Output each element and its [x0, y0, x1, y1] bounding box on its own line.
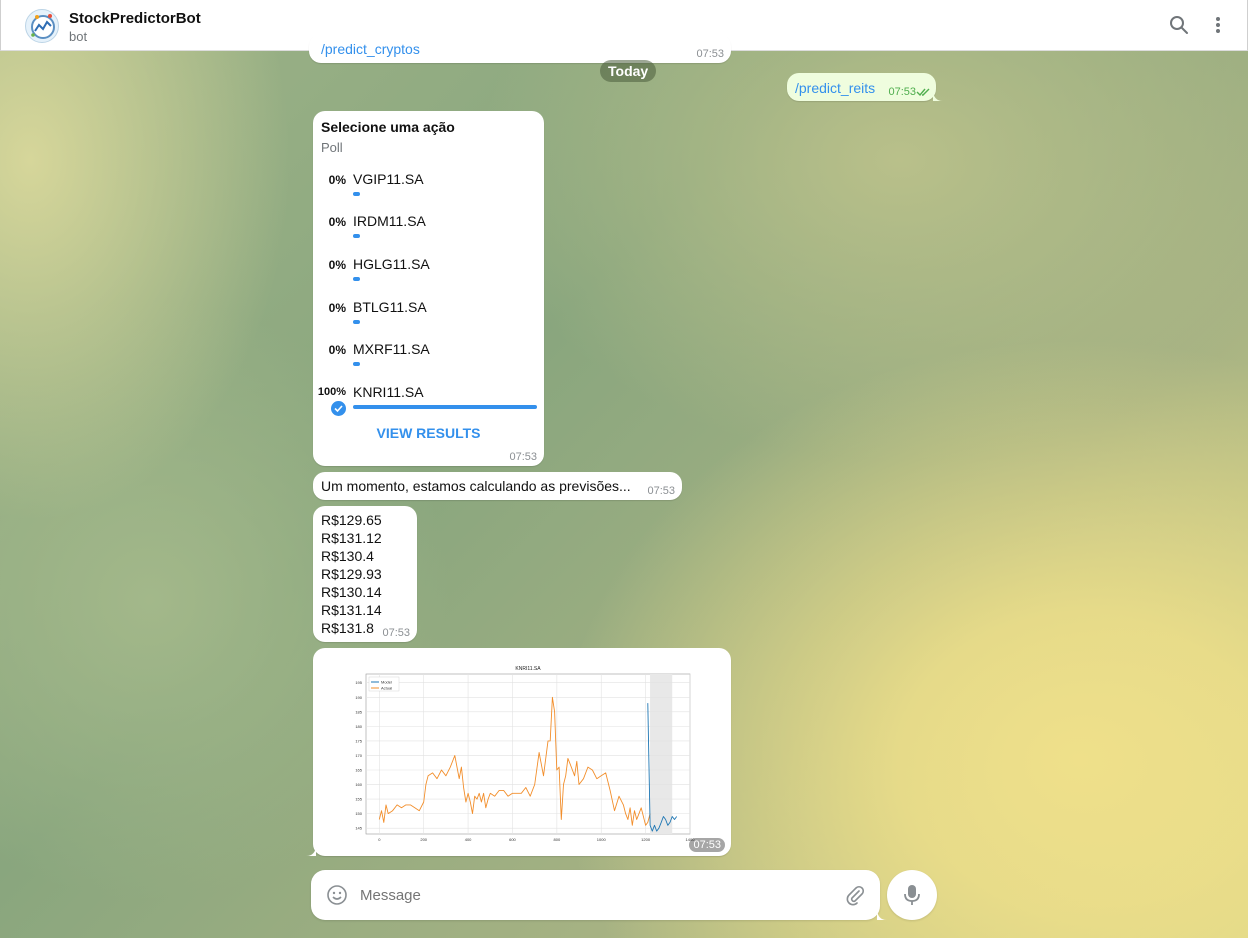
poll-option-label: MXRF11.SA [353, 341, 430, 357]
y-tick-label: 195 [355, 680, 362, 685]
command-link[interactable]: /predict_cryptos [321, 41, 420, 57]
poll-option-label: BTLG11.SA [353, 299, 427, 315]
message-input[interactable] [360, 884, 830, 906]
view-results-button[interactable]: VIEW RESULTS [313, 425, 544, 441]
poll-option-percent: 0% [328, 343, 346, 357]
y-tick-label: 170 [355, 753, 362, 758]
chart-title: KNRI11.SA [515, 666, 541, 672]
poll-option-percent: 0% [328, 258, 346, 272]
poll-option[interactable]: 0% MXRF11.SA [313, 341, 544, 383]
poll-message: Selecione uma ação Poll 0% VGIP11.SA 0% … [313, 111, 544, 466]
y-tick-label: 185 [355, 709, 362, 714]
poll-option-label: HGLG11.SA [353, 256, 430, 272]
incoming-message: Um momento, estamos calculando as previs… [313, 472, 682, 500]
poll-option-selected[interactable]: 100% KNRI11.SA [313, 384, 544, 426]
chat-status: bot [69, 29, 88, 44]
poll-option-label: IRDM11.SA [353, 213, 426, 229]
poll-option-bar [353, 362, 360, 366]
x-tick-label: 600 [509, 837, 516, 842]
message-time: 07:53 [696, 48, 724, 60]
search-icon[interactable] [1168, 14, 1190, 36]
bubble-tail [933, 89, 943, 101]
poll-option-percent: 0% [328, 301, 346, 315]
bot-avatar[interactable] [25, 9, 59, 43]
message-bubble-prev: /predict_cryptos 07:53 [309, 34, 731, 63]
poll-option-percent: 100% [317, 386, 346, 398]
emoji-icon[interactable] [326, 884, 348, 906]
poll-option-bar [353, 405, 537, 409]
message-text: Um momento, estamos calculando as previs… [321, 478, 631, 494]
forecast-region [650, 674, 673, 834]
poll-option[interactable]: 0% HGLG11.SA [313, 256, 544, 298]
x-tick-label: 200 [420, 837, 427, 842]
bubble-tail [306, 844, 316, 856]
message-time: 07:53 [689, 838, 725, 852]
poll-option-label: KNRI11.SA [353, 384, 424, 400]
poll-option-bar [353, 320, 360, 324]
date-divider: Today [600, 60, 657, 82]
price-value: R$131.8 [321, 620, 374, 636]
poll-option-percent: 0% [328, 173, 346, 187]
mic-button[interactable] [887, 870, 937, 920]
price-value: R$129.93 [321, 566, 382, 582]
double-check-icon [916, 88, 930, 97]
poll-option-bar [353, 277, 360, 281]
poll-option[interactable]: 0% VGIP11.SA [313, 171, 544, 213]
x-tick-label: 1000 [597, 837, 607, 842]
message-time: 07:53 [888, 86, 916, 98]
price-value: R$131.12 [321, 530, 382, 546]
x-tick-label: 0 [378, 837, 381, 842]
price-value: R$130.4 [321, 548, 374, 564]
poll-option[interactable]: 0% IRDM11.SA [313, 213, 544, 255]
x-tick-label: 400 [465, 837, 472, 842]
x-tick-label: 800 [554, 837, 561, 842]
poll-option[interactable]: 0% BTLG11.SA [313, 299, 544, 341]
y-tick-label: 190 [355, 695, 362, 700]
message-time: 07:53 [382, 627, 410, 639]
chart-logo-icon [31, 14, 55, 39]
y-tick-label: 145 [355, 826, 362, 831]
price-value: R$131.14 [321, 602, 382, 618]
poll-option-bar [353, 234, 360, 238]
legend-label: Actual [381, 686, 392, 691]
poll-option-percent: 0% [328, 215, 346, 229]
price-list: R$129.65 R$131.12 R$130.4 R$129.93 R$130… [321, 511, 382, 637]
poll-type: Poll [321, 140, 343, 155]
poll-option-bar [353, 192, 360, 196]
x-tick-label: 1200 [641, 837, 651, 842]
poll-question: Selecione uma ação [321, 119, 455, 135]
prediction-chart: 0 200 400 600 800 1000 1200 1400145150155160165… [355, 666, 695, 842]
y-tick-label: 180 [355, 724, 362, 729]
y-tick-label: 155 [355, 797, 362, 802]
price-value: R$129.65 [321, 512, 382, 528]
y-tick-label: 165 [355, 768, 362, 773]
bubble-tail [877, 908, 887, 920]
attach-icon[interactable] [844, 884, 866, 906]
command-link[interactable]: /predict_reits [795, 80, 875, 96]
legend-label: Model [381, 680, 392, 685]
more-vert-icon[interactable] [1207, 14, 1229, 36]
price-value: R$130.14 [321, 584, 382, 600]
message-composer [311, 870, 887, 920]
outgoing-message: /predict_reits 07:53 [787, 73, 943, 101]
y-tick-label: 160 [355, 782, 362, 787]
chart-message[interactable]: 0 200 400 600 800 1000 1200 1400 145 150 155 160 165… [306, 648, 731, 856]
y-tick-label: 175 [355, 738, 362, 743]
mic-icon [904, 885, 920, 905]
message-time: 07:53 [509, 451, 537, 463]
check-icon [331, 401, 346, 416]
poll-option-label: VGIP11.SA [353, 171, 424, 187]
y-tick-label: 150 [355, 811, 362, 816]
prices-message: R$129.65 R$131.12 R$130.4 R$129.93 R$130… [313, 506, 417, 642]
message-time: 07:53 [647, 485, 675, 497]
chat-title[interactable]: StockPredictorBot [69, 10, 201, 27]
